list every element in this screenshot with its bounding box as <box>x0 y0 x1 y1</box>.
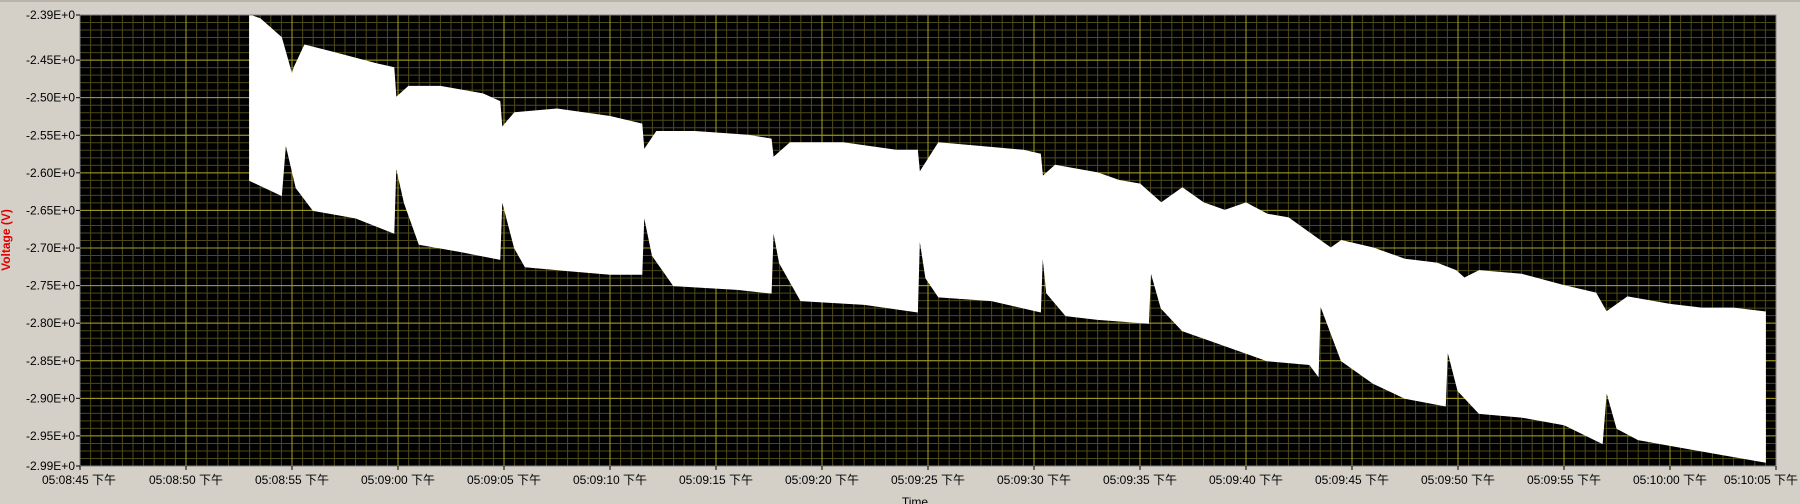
y-tick-label: -2.55E+0 <box>26 128 75 142</box>
x-tick-label: 05:09:40 下午 <box>1209 473 1283 487</box>
voltage-spike-point <box>394 163 398 167</box>
y-tick-label: -2.65E+0 <box>26 203 75 217</box>
x-tick-label: 05:09:00 下午 <box>361 473 435 487</box>
x-tick-label: 05:09:05 下午 <box>467 473 541 487</box>
voltage-spike-point <box>1604 389 1608 393</box>
y-axis-label: Voltage (V) <box>0 209 13 271</box>
y-tick-label: -2.99E+0 <box>26 459 75 473</box>
y-tick-label: -2.75E+0 <box>26 279 75 293</box>
y-tick-label: -2.95E+0 <box>26 429 75 443</box>
voltage-spike-point <box>1149 269 1153 273</box>
y-tick-label: -2.70E+0 <box>26 241 75 255</box>
y-tick-label: -2.90E+0 <box>26 391 75 405</box>
y-tick-label: -2.50E+0 <box>26 91 75 105</box>
voltage-spike-point <box>771 227 775 231</box>
x-tick-label: 05:08:55 下午 <box>255 473 329 487</box>
y-tick-label: -2.39E+0 <box>26 8 75 22</box>
x-tick-label: 05:09:50 下午 <box>1421 473 1495 487</box>
plot-area <box>79 14 1777 467</box>
voltage-spike-point <box>1318 302 1322 306</box>
x-tick-label: 05:09:30 下午 <box>997 473 1071 487</box>
x-tick-label: 05:09:55 下午 <box>1527 473 1601 487</box>
x-tick-label: 05:08:45 下午 <box>42 473 116 487</box>
x-tick-label: 05:10:00 下午 <box>1633 473 1707 487</box>
x-tick-label: 05:10:05 下午 <box>1724 473 1798 487</box>
voltage-chart: -2.39E+0 -2.45E+0 -2.50E+0 -2.55E+0 -2.60E+0… <box>0 0 1800 504</box>
x-axis-label: Time <box>902 495 929 504</box>
frame-top-border <box>0 0 1800 2</box>
x-tick-label: 05:09:20 下午 <box>785 473 859 487</box>
y-tick-label: -2.80E+0 <box>26 316 75 330</box>
y-tick-label: -2.60E+0 <box>26 166 75 180</box>
x-tick-label: 05:09:45 下午 <box>1315 473 1389 487</box>
voltage-spike-point <box>1445 347 1449 351</box>
x-tick-label: 05:09:10 下午 <box>573 473 647 487</box>
voltage-spike-point <box>1040 250 1044 254</box>
y-tick-label: -2.85E+0 <box>26 354 75 368</box>
voltage-spike-point <box>500 197 504 201</box>
voltage-spike-point <box>642 212 646 216</box>
x-tick-label: 05:09:35 下午 <box>1103 473 1177 487</box>
voltage-spike-point <box>918 235 922 239</box>
voltage-spike-point <box>284 141 288 145</box>
x-tick-label: 05:09:25 下午 <box>891 473 965 487</box>
x-tick-label: 05:09:15 下午 <box>679 473 753 487</box>
y-tick-label: -2.45E+0 <box>26 53 75 67</box>
x-tick-label: 05:08:50 下午 <box>149 473 223 487</box>
